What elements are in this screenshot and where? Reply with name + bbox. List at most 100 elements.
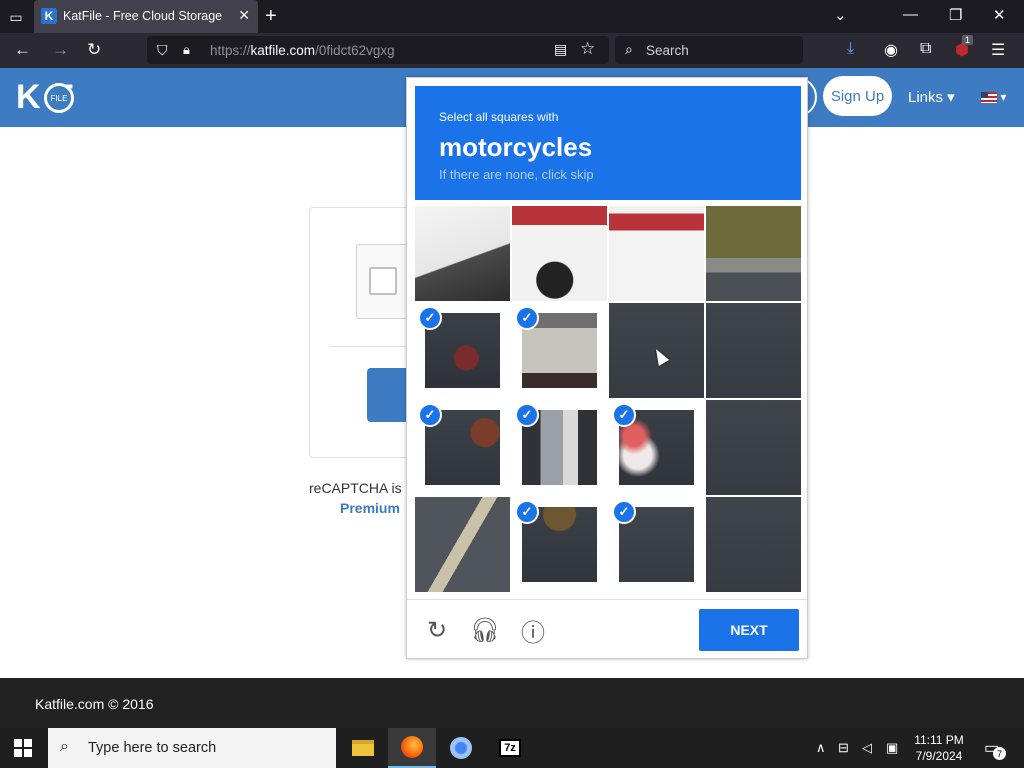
tile-image <box>609 206 704 301</box>
checkmark-icon: ✓ <box>612 500 636 524</box>
firefox-logo-icon <box>401 736 423 758</box>
browser-search-field[interactable]: ⌕ Search <box>615 36 803 64</box>
challenge-tile[interactable] <box>609 206 704 301</box>
download-icon[interactable]: ⤓ <box>847 40 854 58</box>
challenge-image-grid: ✓ ✓ ✓ ✓ ✓ ✓ ✓ <box>415 206 801 592</box>
folder-icon <box>352 740 374 756</box>
chevron-up-icon[interactable]: ∧ <box>816 740 826 756</box>
chrome-icon[interactable] <box>437 728 485 768</box>
file-explorer-icon[interactable] <box>339 728 387 768</box>
us-flag-icon <box>981 92 997 104</box>
challenge-tile[interactable]: ✓ <box>415 400 510 495</box>
chrome-logo-icon <box>450 737 472 759</box>
extension-badge: 1 <box>962 35 974 45</box>
challenge-tile[interactable] <box>706 497 801 592</box>
hamburger-menu-icon[interactable]: ☰ <box>991 40 1005 60</box>
tile-image <box>512 206 607 301</box>
notification-count: 7 <box>993 747 1006 760</box>
url-text[interactable]: https://katfile.com/0fidct62vgxg <box>210 43 395 58</box>
challenge-tile[interactable] <box>415 497 510 592</box>
checkmark-icon: ✓ <box>515 306 539 330</box>
search-icon: ⌕ <box>625 41 633 57</box>
url-host: katfile.com <box>250 43 316 58</box>
shield-icon[interactable]: ⛉ <box>157 42 168 59</box>
chevron-down-icon[interactable]: ⌄ <box>834 6 847 24</box>
clock-date: 7/9/2024 <box>915 749 963 763</box>
bookmark-star-icon[interactable]: ☆ <box>580 39 595 59</box>
challenge-tile[interactable] <box>415 206 510 301</box>
checkmark-icon: ✓ <box>515 500 539 524</box>
search-placeholder: Search <box>646 43 689 58</box>
tray-app-icon[interactable]: ▣ <box>886 740 898 756</box>
links-dropdown[interactable]: Links ▾ <box>908 88 955 106</box>
back-arrow-icon[interactable]: ← <box>14 40 31 60</box>
url-scheme: https:// <box>210 43 251 58</box>
close-tab-icon[interactable]: ✕ <box>238 7 250 24</box>
windows-start-icon[interactable] <box>14 739 32 757</box>
taskbar-clock[interactable]: 11:11 PM 7/9/2024 <box>906 732 972 764</box>
logo-file-badge: FILE <box>44 83 74 113</box>
next-button[interactable]: NEXT <box>699 609 799 651</box>
tab-title: KatFile - Free Cloud Storage <box>63 9 223 23</box>
sign-up-button[interactable]: Sign Up <box>823 76 892 116</box>
tile-image <box>706 206 801 301</box>
challenge-tile[interactable]: ✓ <box>609 400 704 495</box>
recaptcha-challenge-modal: Select all squares with motorcycles If t… <box>406 77 808 659</box>
browser-tab-active[interactable]: K KatFile - Free Cloud Storage ✕ <box>34 0 258 33</box>
headphones-icon[interactable]: 🎧︎ <box>470 617 500 644</box>
challenge-tile[interactable] <box>706 303 801 398</box>
reload-icon[interactable]: ↻ <box>424 617 450 644</box>
challenge-keyword: motorcycles <box>439 132 593 162</box>
url-path: /0fidct62vgxg <box>315 43 395 58</box>
browser-tab-strip: ▭ K KatFile - Free Cloud Storage ✕ + ⌄ —… <box>0 0 1024 33</box>
recaptcha-checkbox[interactable] <box>369 267 397 295</box>
extensions-icon[interactable]: ⧉ <box>920 40 931 58</box>
challenge-instruction: Select all squares with <box>439 110 559 124</box>
info-icon[interactable]: ⓘ <box>520 617 546 647</box>
checkmark-icon: ✓ <box>418 403 442 427</box>
taskbar-search-box[interactable]: ⌕ Type here to search <box>48 728 336 768</box>
challenge-tile[interactable]: ✓ <box>415 303 510 398</box>
challenge-tile[interactable] <box>706 400 801 495</box>
divider <box>407 599 807 600</box>
challenge-header: Select all squares with motorcycles If t… <box>415 86 801 200</box>
tile-image <box>706 303 801 398</box>
reader-view-icon[interactable]: ▤ <box>554 41 567 58</box>
challenge-tile[interactable]: ✓ <box>609 497 704 592</box>
windows-taskbar: ⌕ Type here to search 7z ∧ ⊟ ◁ ▣ 11:11 P… <box>0 728 1024 768</box>
browser-nav-bar: ← → ↻ ⛉ 🔒︎ https://katfile.com/0fidct62v… <box>0 33 1024 68</box>
checkmark-icon: ✓ <box>418 306 442 330</box>
forward-arrow-icon[interactable]: → <box>52 40 69 60</box>
url-bar[interactable]: ⛉ 🔒︎ https://katfile.com/0fidct62vgxg ▤ … <box>147 36 609 64</box>
footer-copyright: Katfile.com © 2016 <box>35 696 154 712</box>
checkmark-icon: ✓ <box>515 403 539 427</box>
close-window-icon[interactable]: ✕ <box>993 6 1006 24</box>
search-icon: ⌕ <box>60 738 69 755</box>
minimize-window-icon[interactable]: — <box>903 6 918 23</box>
tile-image <box>706 497 801 592</box>
katfile-favicon-icon: K <box>41 8 57 24</box>
tab-list-icon[interactable]: ▭ <box>6 7 26 27</box>
challenge-tile[interactable] <box>706 206 801 301</box>
tile-image <box>415 497 510 592</box>
taskbar-search-placeholder: Type here to search <box>88 740 217 756</box>
network-icon[interactable]: ⊟ <box>838 740 849 756</box>
reload-icon[interactable]: ↻ <box>87 40 101 60</box>
challenge-tile[interactable]: ✓ <box>512 497 607 592</box>
language-selector[interactable]: ▾ <box>981 90 1006 104</box>
challenge-tile[interactable]: ✓ <box>512 303 607 398</box>
firefox-icon[interactable] <box>388 728 436 768</box>
seven-zip-icon[interactable]: 7z <box>486 728 534 768</box>
premium-link[interactable]: Premium <box>340 500 400 516</box>
volume-muted-icon[interactable]: ◁ <box>862 740 872 756</box>
divider <box>330 346 410 347</box>
restore-window-icon[interactable]: ❐ <box>949 6 962 24</box>
tile-image <box>415 206 510 301</box>
challenge-tile[interactable]: ✓ <box>512 400 607 495</box>
challenge-tile[interactable] <box>512 206 607 301</box>
challenge-hint: If there are none, click skip <box>439 167 594 182</box>
account-icon[interactable]: ◉ <box>884 40 898 60</box>
new-tab-icon[interactable]: + <box>265 5 277 27</box>
lock-icon[interactable]: 🔒︎ <box>183 42 190 58</box>
captcha-card <box>309 207 427 458</box>
